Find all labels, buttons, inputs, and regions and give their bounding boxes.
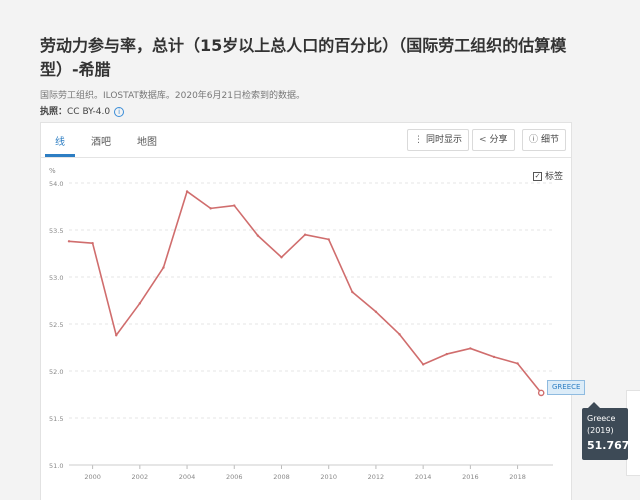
data-point[interactable] bbox=[162, 266, 165, 269]
data-point[interactable] bbox=[185, 190, 189, 193]
y-tick-label: 51.5 bbox=[49, 415, 63, 423]
series-greece bbox=[67, 190, 545, 397]
data-point[interactable] bbox=[280, 256, 283, 259]
data-point[interactable] bbox=[398, 333, 401, 336]
y-tick-label: 51.0 bbox=[49, 462, 63, 470]
highlighted-data-point[interactable] bbox=[537, 389, 545, 397]
data-point[interactable] bbox=[327, 238, 330, 241]
value-tooltip: Greece (2019) 51.767 bbox=[582, 402, 630, 460]
y-tick-label: 52.0 bbox=[49, 368, 63, 376]
y-axis: % 51.0 51.5 52.0 52.5 53.0 53.5 54.0 bbox=[49, 167, 63, 470]
x-tick-label: 2002 bbox=[132, 473, 149, 481]
data-point[interactable] bbox=[256, 234, 260, 237]
license-label: 执照： bbox=[40, 107, 68, 117]
x-tick-label: 2006 bbox=[226, 473, 243, 481]
data-point[interactable] bbox=[233, 204, 236, 207]
data-point[interactable] bbox=[351, 290, 354, 294]
x-tick-label: 2016 bbox=[462, 473, 479, 481]
x-axis: 2000 2002 2004 2006 2008 2010 2012 2014 2016 2018 bbox=[69, 464, 553, 481]
page: 劳动力参与率，总计（15岁以上总人口的百分比）（国际劳工组织的估算模型）-希腊 … bbox=[28, 18, 640, 500]
line-chart: %51.051.552.052.553.053.554.0 2000 2002 20… bbox=[49, 167, 553, 481]
data-point[interactable] bbox=[115, 334, 118, 337]
data-point[interactable] bbox=[138, 302, 142, 305]
data-point[interactable] bbox=[374, 310, 378, 313]
y-tick-label: 53.5 bbox=[49, 227, 63, 235]
series-line bbox=[68, 190, 542, 394]
data-point[interactable] bbox=[516, 362, 519, 365]
y-tick-label: 52.5 bbox=[49, 321, 63, 329]
side-panel-edge bbox=[626, 390, 640, 476]
data-point[interactable] bbox=[421, 363, 425, 366]
info-icon[interactable]: i bbox=[114, 106, 125, 117]
data-point[interactable] bbox=[469, 347, 472, 350]
chart-card: 线 酒吧 地图 ⋮ 同时显示 < 分享 ⓘ 细节 ✓ 标签 % 51.0 51.5 52.0 5… bbox=[40, 122, 572, 500]
data-point[interactable] bbox=[91, 241, 94, 245]
series-end-label: GREECE bbox=[547, 380, 586, 395]
data-point[interactable] bbox=[67, 240, 71, 243]
data-point[interactable] bbox=[209, 207, 212, 210]
license-value[interactable]: CC BY-4.0 bbox=[67, 107, 110, 117]
y-tick-label: 53.0 bbox=[49, 274, 63, 282]
x-tick-label: 2014 bbox=[415, 473, 432, 481]
y-tick-label: 54.0 bbox=[49, 180, 63, 188]
data-source: 国际劳工组织。ILOSTAT数据库。2020年6月21日检索到的数据。 bbox=[40, 91, 305, 101]
x-tick-label: 2018 bbox=[509, 473, 526, 481]
license-line: 执照：CC BY-4.0 i bbox=[40, 104, 125, 117]
tooltip-year: (2019) bbox=[587, 426, 614, 435]
x-tick-label: 2012 bbox=[368, 473, 385, 481]
tooltip-country: Greece bbox=[587, 414, 616, 423]
x-tick-label: 2004 bbox=[179, 473, 196, 481]
data-point[interactable] bbox=[445, 352, 448, 356]
data-point[interactable] bbox=[303, 233, 307, 236]
x-tick-label: 2010 bbox=[320, 473, 337, 481]
tooltip-value: 51.767 bbox=[587, 439, 630, 452]
page-title: 劳动力参与率，总计（15岁以上总人口的百分比）（国际劳工组织的估算模型）-希腊 bbox=[40, 36, 567, 79]
y-unit-label: % bbox=[49, 167, 56, 175]
data-point[interactable] bbox=[492, 355, 496, 359]
x-tick-label: 2008 bbox=[273, 473, 290, 481]
x-tick-label: 2000 bbox=[84, 473, 101, 481]
grid bbox=[69, 182, 553, 466]
